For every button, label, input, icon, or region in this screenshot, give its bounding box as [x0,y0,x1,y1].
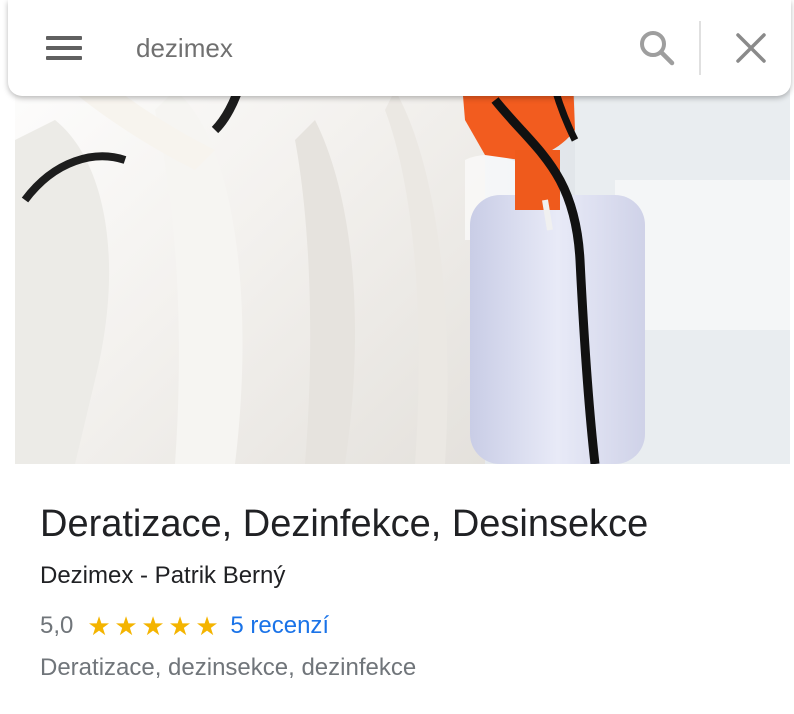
star-icon: ★ [168,611,192,641]
rating-row: 5,0 ★ ★ ★ ★ ★ 5 recenzí [40,610,774,642]
close-button[interactable] [719,0,783,96]
place-info: Deratizace, Dezinfekce, Desinsekce Dezim… [40,500,774,684]
search-divider [699,21,701,75]
star-icon: ★ [87,611,111,641]
search-button[interactable] [625,0,689,96]
reviews-link[interactable]: 5 recenzí [230,612,329,640]
close-icon [736,33,766,63]
star-icon: ★ [114,611,138,641]
search-input[interactable] [120,18,625,78]
place-category: Deratizace, dezinsekce, dezinfekce [40,654,417,681]
search-bar [8,0,791,96]
rating-value: 5,0 [40,612,74,639]
place-title: Deratizace, Dezinfekce, Desinsekce [40,503,649,545]
rating-stars: ★ ★ ★ ★ ★ [87,613,222,639]
search-icon [640,31,675,66]
star-icon: ★ [141,611,165,641]
menu-icon [46,36,82,60]
menu-button[interactable] [8,0,120,96]
place-subtitle: Dezimex - Patrik Berný [40,562,286,589]
star-icon: ★ [195,611,219,641]
